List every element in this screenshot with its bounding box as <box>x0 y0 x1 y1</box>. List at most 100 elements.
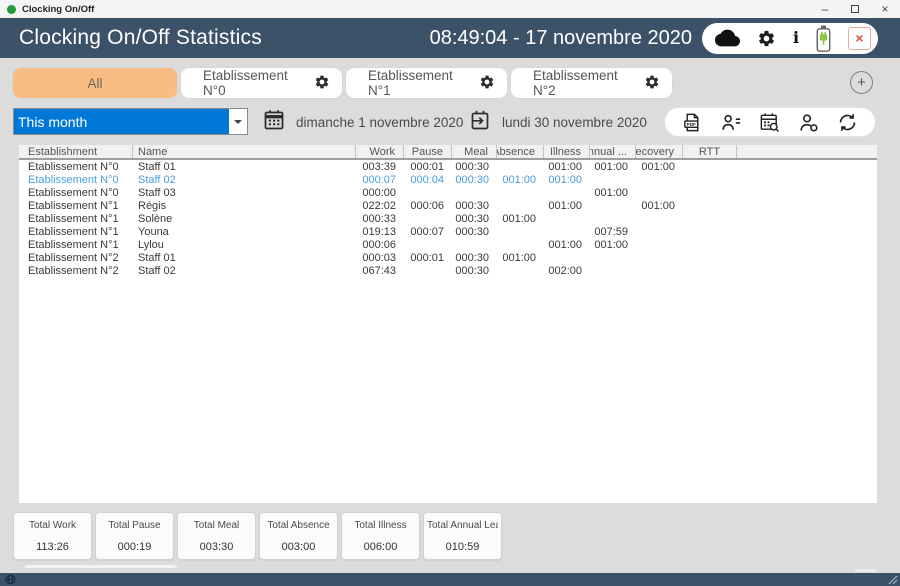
cell-annual: 007:59 <box>590 226 636 238</box>
cell-annual: 001:00 <box>590 239 636 251</box>
table-row[interactable]: Etablissement N°1 Lylou 000:06 001:00 00… <box>19 238 877 251</box>
cell-meal: 000:30 <box>452 174 497 186</box>
cell-establishment: Etablissement N°1 <box>19 213 133 225</box>
page-title: Clocking On/Off Statistics <box>19 26 262 50</box>
tab-settings-gear-icon[interactable] <box>314 74 330 93</box>
cell-pause: 000:01 <box>404 252 452 264</box>
close-window-button[interactable]: × <box>870 0 900 18</box>
end-date-calendar-icon[interactable] <box>468 108 492 137</box>
column-header-illness[interactable]: Illness <box>544 145 590 158</box>
refresh-icon[interactable] <box>836 110 860 134</box>
start-date-label: dimanche 1 novembre 2020 <box>296 115 463 130</box>
cell-meal: 000:30 <box>452 252 497 264</box>
tab-label: Etablissement N°2 <box>533 68 634 98</box>
scrollbar-track-end <box>855 569 876 572</box>
app-header: Clocking On/Off Statistics 08:49:04 - 17… <box>0 18 900 58</box>
cell-recovery: 001:00 <box>636 161 683 173</box>
total-card-label: Total Absence <box>263 520 334 531</box>
period-selected-value: This month <box>14 109 229 134</box>
table-row[interactable]: Etablissement N°1 Solène 000:33 000:30 0… <box>19 212 877 225</box>
cell-pause: 000:01 <box>404 161 452 173</box>
cell-absence: 001:00 <box>497 252 544 264</box>
column-header-annual[interactable]: Annual ... <box>590 145 636 158</box>
minimize-button[interactable]: – <box>810 0 840 18</box>
cell-name: Staff 03 <box>133 187 356 199</box>
cell-pause: 000:06 <box>404 200 452 212</box>
cell-meal: 000:30 <box>452 161 497 173</box>
cell-name: Youna <box>133 226 356 238</box>
table-row[interactable]: Etablissement N°0 Staff 02 000:07 000:04… <box>19 173 877 186</box>
maximize-icon <box>851 5 859 13</box>
horizontal-scrollbar-thumb[interactable] <box>25 565 177 568</box>
tab-settings-gear-icon[interactable] <box>644 74 660 93</box>
column-header-name[interactable]: Name <box>133 145 356 158</box>
column-header-recovery[interactable]: Recovery <box>636 145 683 158</box>
cell-name: Régis <box>133 200 356 212</box>
table-row[interactable]: Etablissement N°2 Staff 02 067:43 000:30… <box>19 264 877 277</box>
battery-icon <box>816 25 831 52</box>
cell-establishment: Etablissement N°0 <box>19 174 133 186</box>
info-icon[interactable]: i <box>793 30 799 46</box>
tab-label: Etablissement N°0 <box>203 68 304 98</box>
column-header-work[interactable]: Work <box>356 145 404 158</box>
cell-work: 000:00 <box>356 187 404 199</box>
table-row[interactable]: Etablissement N°2 Staff 01 000:03 000:01… <box>19 251 877 264</box>
maximize-button[interactable] <box>840 0 870 18</box>
column-header-establishment[interactable]: Establishment <box>19 145 133 158</box>
cell-name: Lylou <box>133 239 356 251</box>
cell-work: 067:43 <box>356 265 404 277</box>
column-header-meal[interactable]: Meal <box>452 145 497 158</box>
cell-work: 022:02 <box>356 200 404 212</box>
export-pdf-icon[interactable]: PDF <box>680 110 704 134</box>
table-row[interactable]: Etablissement N°0 Staff 01 003:39 000:01… <box>19 160 877 173</box>
total-card-value: 010:59 <box>427 541 498 553</box>
exit-app-button[interactable]: × <box>848 27 871 50</box>
end-date-label: lundi 30 novembre 2020 <box>502 115 647 130</box>
cell-meal: 000:30 <box>452 265 497 277</box>
cell-annual: 001:00 <box>590 187 636 199</box>
calendar-report-icon[interactable] <box>758 110 782 134</box>
table-row[interactable]: Etablissement N°1 Régis 022:02 000:06 00… <box>19 199 877 212</box>
start-date-group: dimanche 1 novembre 2020 <box>262 107 463 137</box>
total-card-label: Total Pause <box>99 520 170 531</box>
tab-etablissement-n-0[interactable]: Etablissement N°0 <box>181 68 342 98</box>
staff-list-icon[interactable] <box>719 110 743 134</box>
settings-icon[interactable] <box>757 29 776 48</box>
staff-add-icon[interactable] <box>797 110 821 134</box>
start-date-calendar-icon[interactable] <box>262 108 286 137</box>
end-date-group: lundi 30 novembre 2020 <box>468 107 647 137</box>
tab-etablissement-n-2[interactable]: Etablissement N°2 <box>511 68 672 98</box>
cell-establishment: Etablissement N°1 <box>19 200 133 212</box>
cell-meal: 000:30 <box>452 213 497 225</box>
add-establishment-button[interactable]: + <box>850 71 873 94</box>
cell-name: Staff 02 <box>133 265 356 277</box>
total-card: Total Absence 003:00 <box>259 512 338 560</box>
total-card: Total Illness 006:00 <box>341 512 420 560</box>
cell-illness: 001:00 <box>544 239 590 251</box>
table-body: Etablissement N°0 Staff 01 003:39 000:01… <box>19 160 877 277</box>
period-select[interactable]: This month <box>13 108 248 135</box>
cell-work: 000:07 <box>356 174 404 186</box>
column-header-pause[interactable]: Pause <box>404 145 452 158</box>
header-status-pill: i × <box>702 23 878 54</box>
tab-settings-gear-icon[interactable] <box>479 74 495 93</box>
column-header-rtt[interactable]: RTT <box>683 145 737 158</box>
os-titlebar: Clocking On/Off – × <box>0 0 900 18</box>
cell-name: Staff 01 <box>133 161 356 173</box>
period-dropdown-button[interactable] <box>229 109 247 134</box>
total-card-value: 003:30 <box>181 541 252 553</box>
tab-etablissement-n-1[interactable]: Etablissement N°1 <box>346 68 507 98</box>
total-card-value: 113:26 <box>17 541 88 553</box>
column-header-absence[interactable]: Absence <box>497 145 544 158</box>
filter-bar: This month dimanche 1 novembre 2020 lund… <box>0 107 900 137</box>
resize-grip[interactable] <box>888 575 898 585</box>
table-row[interactable]: Etablissement N°0 Staff 03 000:00 001:00 <box>19 186 877 199</box>
globe-icon[interactable] <box>5 574 16 585</box>
tab-all[interactable]: All <box>13 68 177 98</box>
cell-name: Solène <box>133 213 356 225</box>
table-row[interactable]: Etablissement N°1 Youna 019:13 000:07 00… <box>19 225 877 238</box>
cell-illness: 001:00 <box>544 174 590 186</box>
clock-datetime: 08:49:04 - 17 novembre 2020 <box>430 27 692 50</box>
cloud-icon[interactable] <box>715 29 740 47</box>
cell-work: 019:13 <box>356 226 404 238</box>
